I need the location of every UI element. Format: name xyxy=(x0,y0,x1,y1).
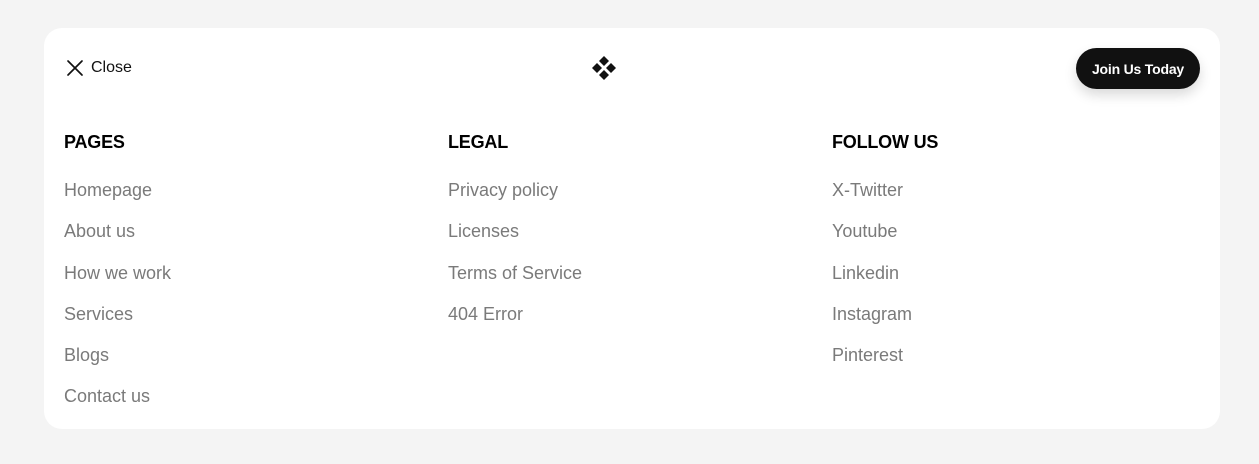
social-link-instagram[interactable]: Instagram xyxy=(832,304,938,324)
follow-us-column: FOLLOW US X-Twitter Youtube Linkedin Ins… xyxy=(832,132,938,386)
legal-list: Privacy policy Licenses Terms of Service… xyxy=(448,180,582,324)
legal-link-terms-of-service[interactable]: Terms of Service xyxy=(448,263,582,283)
legal-heading: LEGAL xyxy=(448,132,508,152)
close-button[interactable]: Close xyxy=(66,58,132,78)
nav-link-services[interactable]: Services xyxy=(64,304,171,324)
diamond-logo-icon[interactable] xyxy=(590,55,618,83)
pages-heading: PAGES xyxy=(64,132,125,152)
legal-link-privacy-policy[interactable]: Privacy policy xyxy=(448,180,582,200)
nav-link-how-we-work[interactable]: How we work xyxy=(64,263,171,283)
menu-panel: Close Join Us Today PAGES Homepage About… xyxy=(44,28,1220,429)
pages-list: Homepage About us How we work Services B… xyxy=(64,180,171,406)
social-list: X-Twitter Youtube Linkedin Instagram Pin… xyxy=(832,180,938,365)
follow-us-heading: FOLLOW US xyxy=(832,132,939,152)
pages-column: PAGES Homepage About us How we work Serv… xyxy=(64,132,171,428)
nav-link-blogs[interactable]: Blogs xyxy=(64,345,171,365)
nav-link-about-us[interactable]: About us xyxy=(64,221,171,241)
social-link-youtube[interactable]: Youtube xyxy=(832,221,938,241)
social-link-linkedin[interactable]: Linkedin xyxy=(832,263,938,283)
join-us-button[interactable]: Join Us Today xyxy=(1075,48,1200,89)
close-label: Close xyxy=(91,59,132,76)
social-link-pinterest[interactable]: Pinterest xyxy=(832,345,938,365)
legal-link-404-error[interactable]: 404 Error xyxy=(448,304,582,324)
nav-link-homepage[interactable]: Homepage xyxy=(64,180,171,200)
nav-link-contact-us[interactable]: Contact us xyxy=(64,386,171,406)
legal-column: LEGAL Privacy policy Licenses Terms of S… xyxy=(448,132,582,345)
social-link-x-twitter[interactable]: X-Twitter xyxy=(832,180,938,200)
close-icon xyxy=(67,60,83,76)
legal-link-licenses[interactable]: Licenses xyxy=(448,221,582,241)
